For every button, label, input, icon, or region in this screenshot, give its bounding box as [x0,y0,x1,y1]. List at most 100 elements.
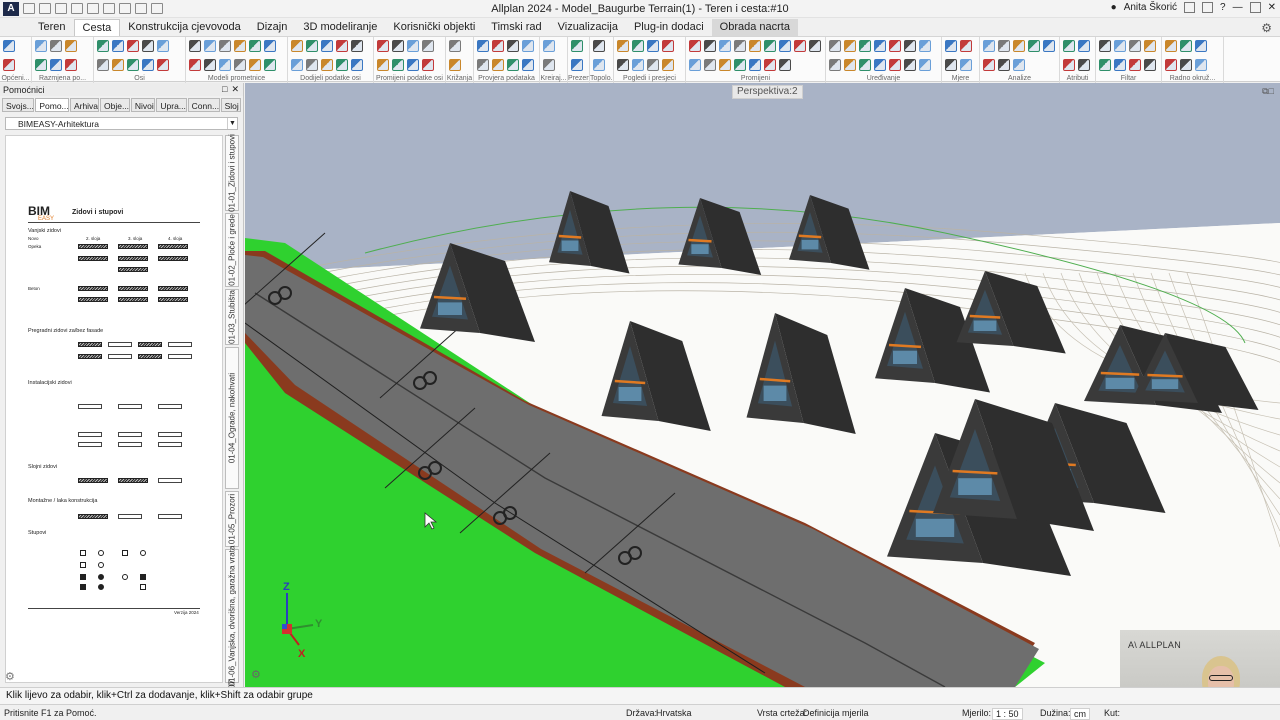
ribbon-tool-icon[interactable] [234,58,246,71]
column-symbol[interactable] [98,562,104,568]
ribbon-tool-icon[interactable] [859,58,871,71]
ribbon-tool-icon[interactable] [377,40,389,52]
panel-tab-arhiva[interactable]: Arhiva [69,98,99,112]
ribbon-tool-icon[interactable] [829,40,841,52]
ribbon-tool-icon[interactable] [507,58,519,71]
ribbon-tool-icon[interactable] [1180,40,1192,52]
wall-swatch[interactable] [78,404,102,409]
panel-tab-upravljanje[interactable]: Upra... [156,98,187,112]
column-symbol[interactable] [140,574,146,580]
tab-cesta[interactable]: Cesta [73,19,121,36]
panel-tab-pomocnici[interactable]: Pomo... [35,98,69,112]
3d-scene[interactable] [245,83,1280,687]
wall-swatch[interactable] [108,342,132,347]
ribbon-tool-icon[interactable] [50,40,62,52]
maximize-icon[interactable] [1249,2,1261,13]
ribbon-tool-icon[interactable] [522,58,534,71]
chevron-down-icon[interactable]: ▼ [227,118,237,129]
column-symbol[interactable] [140,584,146,590]
ribbon-tool-icon[interactable] [617,58,629,71]
new-file-icon[interactable] [23,3,35,14]
ribbon-tool-icon[interactable] [142,58,154,71]
column-symbol[interactable] [98,584,104,590]
wall-swatch[interactable] [158,244,188,249]
ribbon-tool-icon[interactable] [65,40,77,52]
wall-swatch[interactable] [78,478,108,483]
ribbon-tool-icon[interactable] [392,40,404,52]
ribbon-tool-icon[interactable] [127,58,139,71]
cart-icon[interactable] [1184,2,1196,13]
ribbon-tool-icon[interactable] [336,58,348,71]
ribbon-tool-icon[interactable] [945,40,957,52]
ribbon-tool-icon[interactable] [960,58,972,71]
user-name[interactable]: Anita Škorić [1124,2,1177,13]
ribbon-tool-icon[interactable] [157,40,169,52]
tab-obrada-nacrta[interactable]: Obrada nacrta [711,19,798,36]
ribbon-tool-icon[interactable] [632,58,644,71]
panel-close-icon[interactable]: ✕ [231,84,239,95]
tab-dizajn[interactable]: Dizajn [249,19,296,36]
ribbon-tool-icon[interactable] [291,58,303,71]
ribbon-tool-icon[interactable] [1013,58,1025,71]
assistant-vertical-tab[interactable]: 01-03_Stubišta [225,289,239,345]
ribbon-tool-icon[interactable] [189,58,201,71]
ribbon-tool-icon[interactable] [734,40,746,52]
ribbon-tool-icon[interactable] [1180,58,1192,71]
layout-icon[interactable] [135,3,147,14]
status-length-value[interactable]: cm [1070,708,1090,720]
panel-tab-objekti[interactable]: Obje... [99,98,130,112]
assistant-vertical-tab[interactable]: 01-02_Ploče i grede [225,213,239,287]
ribbon-tool-icon[interactable] [844,40,856,52]
ribbon-tool-icon[interactable] [874,58,886,71]
wall-swatch[interactable] [118,256,148,261]
ribbon-tool-icon[interactable] [749,58,761,71]
ribbon-tool-icon[interactable] [945,58,957,71]
wall-swatch[interactable] [158,514,182,519]
ribbon-tool-icon[interactable] [1028,40,1040,52]
wall-swatch[interactable] [78,514,108,519]
open-file-icon[interactable] [39,3,51,14]
panel-pin-icon[interactable]: □ [222,84,227,95]
tab-teren[interactable]: Teren [30,19,74,36]
ribbon-tool-icon[interactable] [704,40,716,52]
ribbon-tool-icon[interactable] [874,40,886,52]
ribbon-tool-icon[interactable] [983,40,995,52]
ribbon-tool-icon[interactable] [35,40,47,52]
ribbon-tool-icon[interactable] [734,58,746,71]
3d-viewport[interactable]: Perspektiva:2 ⧉□ Z Y X ⚙ [245,83,1280,687]
ribbon-tool-icon[interactable] [632,40,644,52]
ribbon-tool-icon[interactable] [392,58,404,71]
ribbon-tool-icon[interactable] [764,58,776,71]
ribbon-tool-icon[interactable] [351,58,363,71]
wall-swatch[interactable] [158,256,188,261]
ribbon-tool-icon[interactable] [249,58,261,71]
ribbon-tool-icon[interactable] [844,58,856,71]
panel-tab-nivoi[interactable]: Nivoi [130,98,156,112]
ribbon-tool-icon[interactable] [407,58,419,71]
wall-swatch[interactable] [118,478,148,483]
wall-swatch[interactable] [78,244,108,249]
ribbon-tool-icon[interactable] [264,40,276,52]
ribbon-tool-icon[interactable] [689,40,701,52]
ribbon-tool-icon[interactable] [662,40,674,52]
ribbon-tool-icon[interactable] [617,40,629,52]
column-symbol[interactable] [80,584,86,590]
ribbon-tool-icon[interactable] [983,58,995,71]
ribbon-tool-icon[interactable] [1063,58,1075,71]
wall-swatch[interactable] [118,244,148,249]
ribbon-tool-icon[interactable] [477,58,489,71]
ribbon-tool-icon[interactable] [492,58,504,71]
ribbon-tool-icon[interactable] [1114,40,1126,52]
tools-icon[interactable] [151,3,163,14]
ribbon-tool-icon[interactable] [249,40,261,52]
ribbon-tool-icon[interactable] [571,40,583,52]
ribbon-tool-icon[interactable] [97,40,109,52]
wall-swatch[interactable] [158,404,182,409]
ribbon-tool-icon[interactable] [204,40,216,52]
ribbon-tool-icon[interactable] [719,40,731,52]
ribbon-tool-icon[interactable] [264,58,276,71]
ribbon-tool-icon[interactable] [127,40,139,52]
ribbon-tool-icon[interactable] [1129,58,1141,71]
print-icon[interactable] [71,3,83,14]
ribbon-tool-icon[interactable] [1013,40,1025,52]
